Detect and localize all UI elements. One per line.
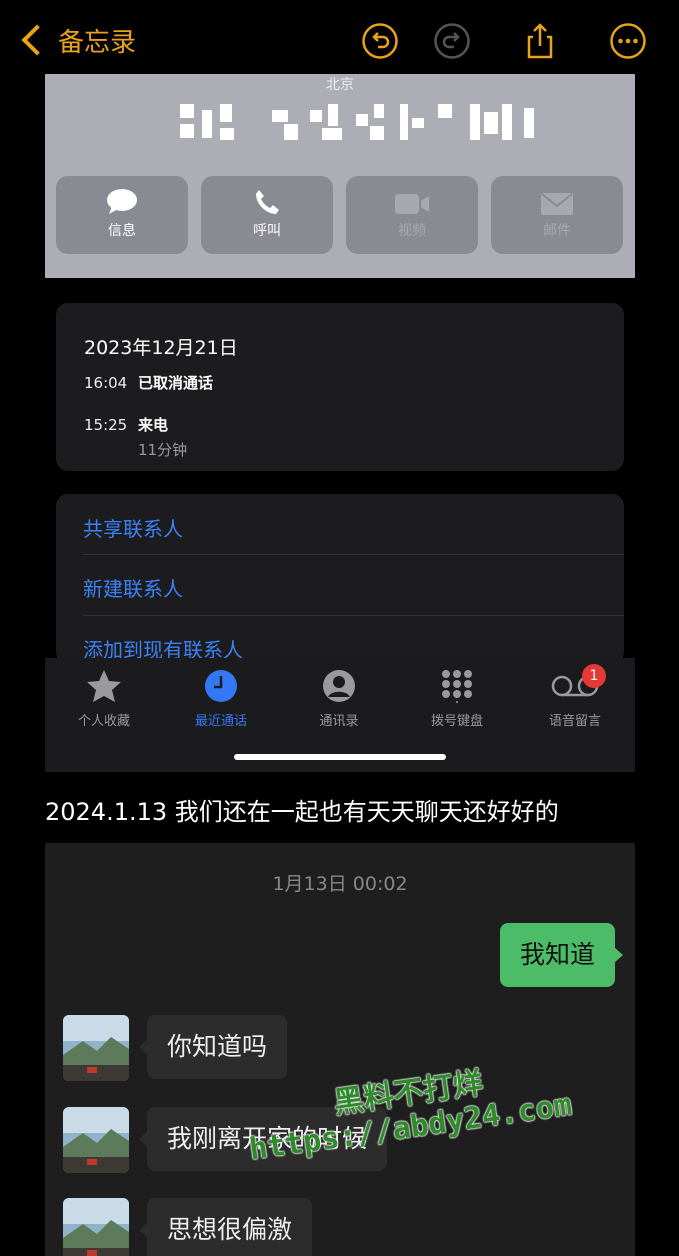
video-icon [395, 194, 429, 214]
call-entry: 15:25 来电 [84, 414, 168, 435]
star-icon [87, 670, 121, 702]
message-text: 你知道吗 [167, 1032, 268, 1061]
mail-button-label: 邮件 [543, 223, 571, 239]
message-text: 我知道 [520, 940, 596, 969]
contact-header-screenshot: 北京 信息 呼叫 视频 邮件 [45, 74, 635, 278]
call-button-label: 呼叫 [253, 223, 281, 239]
voicemail-badge: 1 [582, 664, 606, 688]
call-button[interactable]: 呼叫 [201, 176, 333, 254]
message-icon [107, 189, 137, 214]
tab-contacts[interactable]: 通讯录 [284, 666, 394, 729]
video-button-label: 视频 [398, 223, 426, 239]
share-contact-link[interactable]: 共享联系人 [83, 513, 183, 542]
call-duration: 11分钟 [138, 441, 188, 459]
phone-tab-bar: 个人收藏 最近通话 通讯录 拨号键盘 1 语音留言 [45, 658, 635, 772]
bubble-tail [139, 1222, 148, 1238]
notes-toolbar: 备忘录 [0, 0, 679, 78]
video-button[interactable]: 视频 [346, 176, 478, 254]
tab-label: 个人收藏 [77, 714, 130, 729]
chevron-left-icon [21, 24, 53, 56]
mail-icon [541, 193, 573, 215]
message-text: 思想很偏激 [167, 1215, 293, 1244]
tab-recents[interactable]: 最近通话 [166, 666, 276, 729]
message-bubble[interactable]: 你知道吗 [139, 1015, 288, 1079]
call-entry: 16:04 已取消通话 [84, 372, 213, 393]
call-time: 15:25 [84, 416, 128, 434]
tab-label: 拨号键盘 [430, 714, 483, 729]
tab-label: 通讯录 [319, 714, 359, 729]
back-button[interactable]: 备忘录 [18, 22, 136, 58]
new-contact-link[interactable]: 新建联系人 [83, 573, 183, 602]
divider [83, 554, 624, 555]
bubble-tail [139, 1131, 148, 1147]
call-time: 16:04 [84, 374, 128, 392]
contact-icon [323, 670, 355, 702]
back-label: 备忘录 [58, 27, 137, 58]
tab-label: 语音留言 [548, 714, 601, 729]
chat-timestamp: 1月13日 00:02 [272, 873, 408, 895]
share-icon[interactable] [521, 22, 559, 60]
avatar[interactable] [63, 1015, 129, 1081]
bubble-tail [139, 1039, 148, 1055]
call-status: 来电 [138, 416, 169, 434]
mail-button[interactable]: 邮件 [491, 176, 623, 254]
tab-favorites[interactable]: 个人收藏 [49, 666, 159, 729]
phone-icon [256, 190, 279, 214]
note-caption: 2024.1.13 我们还在一起也有天天聊天还好好的 [45, 798, 559, 826]
call-history-card: 2023年12月21日 16:04 已取消通话 15:25 来电 11分钟 [56, 303, 624, 471]
call-history-date: 2023年12月21日 [84, 337, 238, 359]
tab-label: 最近通话 [194, 714, 247, 729]
tab-voicemail[interactable]: 1 语音留言 [520, 664, 630, 729]
tab-keypad[interactable]: 拨号键盘 [402, 666, 512, 729]
outgoing-message[interactable]: 我知道 [500, 923, 624, 987]
contact-actions-card: 共享联系人 新建联系人 添加到现有联系人 [56, 494, 624, 664]
undo-icon[interactable] [361, 22, 399, 60]
message-bubble[interactable]: 思想很偏激 [139, 1198, 313, 1256]
avatar[interactable] [63, 1198, 129, 1256]
clock-icon [205, 670, 237, 702]
chat-screenshot: 1月13日 00:02 我知道 你知道吗 我刚离开家的时候 思想很偏激 [45, 843, 635, 1256]
contact-location: 北京 [326, 77, 354, 93]
redo-icon[interactable] [433, 22, 471, 60]
avatar[interactable] [63, 1107, 129, 1173]
divider [83, 615, 624, 616]
bubble-tail [614, 947, 624, 963]
home-indicator[interactable] [234, 754, 446, 760]
message-button[interactable]: 信息 [56, 176, 188, 254]
call-status: 已取消通话 [138, 374, 214, 392]
more-icon[interactable] [609, 22, 647, 60]
message-button-label: 信息 [108, 223, 136, 239]
keypad-icon [442, 670, 472, 703]
